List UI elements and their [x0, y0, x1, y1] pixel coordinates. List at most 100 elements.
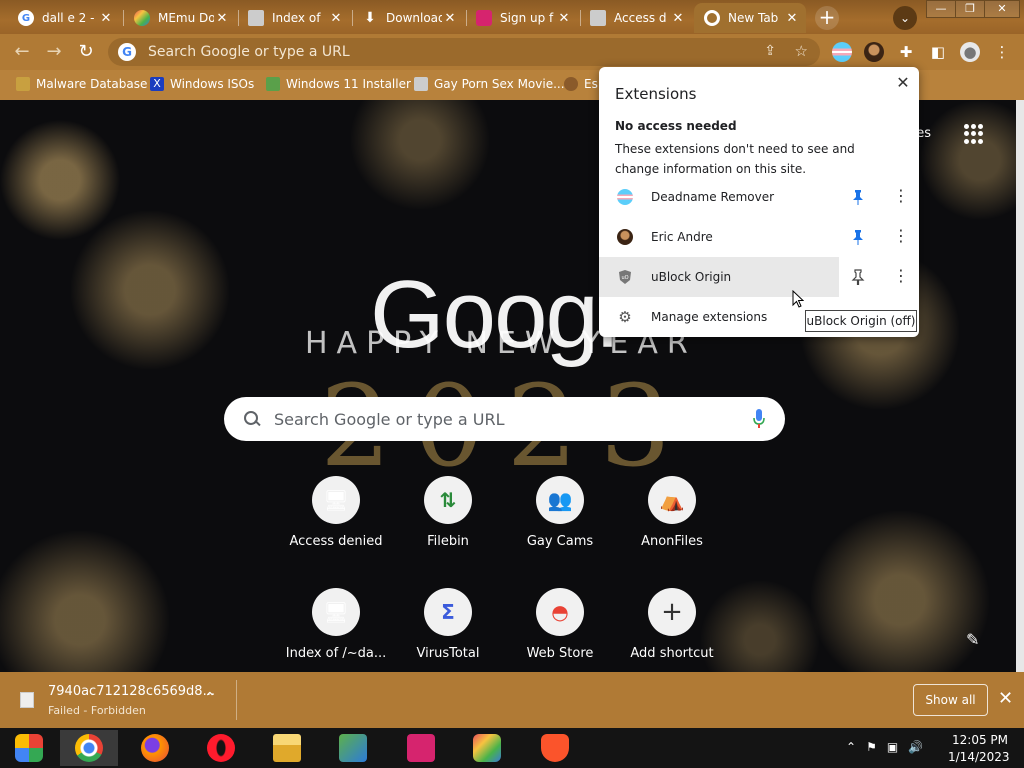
- close-window-button[interactable]: ✕: [984, 0, 1020, 18]
- shortcut-label: Gay Cams: [526, 534, 594, 549]
- close-tab-icon[interactable]: ✕: [328, 11, 344, 26]
- tab-access-denied[interactable]: Access d ✕: [580, 3, 692, 33]
- pin-icon[interactable]: [851, 229, 865, 245]
- brand-icon: [407, 734, 435, 762]
- close-tab-icon[interactable]: ✕: [556, 11, 572, 26]
- shortcut-web-store[interactable]: ◓ Web Store: [504, 588, 616, 661]
- unpinned-pin-icon[interactable]: [851, 269, 865, 285]
- tab-download[interactable]: ⬇ Download ✕: [352, 3, 464, 33]
- flag-icon[interactable]: ⚑: [866, 740, 877, 754]
- new-tab-button[interactable]: +: [815, 6, 839, 30]
- taskbar-opera[interactable]: [192, 730, 250, 766]
- eric-andre-icon: [617, 229, 633, 245]
- bookmark-malware-database[interactable]: Malware Database: [16, 77, 147, 91]
- puzzle-extensions-icon[interactable]: ✚: [896, 42, 916, 62]
- taskbar-brave[interactable]: [526, 730, 584, 766]
- kebab-menu-icon[interactable]: ⋮: [893, 187, 909, 207]
- shortcut-index-of[interactable]: 🖥 Index of /~da...: [280, 588, 392, 661]
- profile-avatar-icon[interactable]: ●: [960, 42, 980, 62]
- chevron-up-icon[interactable]: ⌃: [846, 740, 856, 754]
- google-apps-icon[interactable]: [964, 124, 984, 144]
- customize-pencil-icon[interactable]: ✎: [966, 630, 979, 649]
- taskbar-memu[interactable]: [458, 730, 516, 766]
- tab-sign-up[interactable]: Sign up f ✕: [466, 3, 578, 33]
- tab-dalle[interactable]: G dall e 2 - ✕: [8, 3, 120, 33]
- kebab-menu-icon[interactable]: ⋮: [893, 227, 909, 247]
- bookmark-windows-11-installer[interactable]: Windows 11 Installer: [266, 77, 411, 91]
- computer-icon: [590, 10, 606, 26]
- reload-button[interactable]: ↻: [72, 38, 100, 66]
- side-panel-icon[interactable]: ◧: [928, 42, 948, 62]
- download-filename[interactable]: 7940ac712128c6569d8...: [48, 684, 215, 699]
- tab-new-tab[interactable]: New Tab ✕: [694, 3, 806, 33]
- close-tab-icon[interactable]: ✕: [442, 11, 458, 26]
- taskbar-network[interactable]: [324, 730, 382, 766]
- restore-button[interactable]: ❐: [955, 0, 985, 18]
- tab-label: Access d: [614, 11, 667, 25]
- close-download-bar-icon[interactable]: ✕: [998, 688, 1013, 709]
- volume-icon[interactable]: 🔊: [908, 740, 923, 754]
- close-tab-icon[interactable]: ✕: [784, 11, 800, 26]
- microphone-icon[interactable]: [753, 409, 765, 429]
- minimize-button[interactable]: —: [926, 0, 956, 18]
- forward-button[interactable]: →: [40, 38, 68, 66]
- shortcut-anonfiles[interactable]: ⛺ AnonFiles: [616, 476, 728, 549]
- extension-tooltip: uBlock Origin (off): [805, 310, 917, 332]
- pin-icon[interactable]: [851, 189, 865, 205]
- taskbar-file-explorer[interactable]: [258, 730, 316, 766]
- avatar-icon: [564, 77, 578, 91]
- chevron-up-icon[interactable]: ⌃: [204, 690, 216, 706]
- clock-date[interactable]: 1/14/2023: [948, 750, 1010, 764]
- kebab-menu-icon[interactable]: ⋮: [992, 42, 1012, 62]
- tab-label: Index of: [272, 11, 321, 25]
- back-button[interactable]: ←: [8, 38, 36, 66]
- bookmark-windows-isos[interactable]: X Windows ISOs: [150, 77, 254, 91]
- network-tray-icon[interactable]: ▣: [887, 740, 898, 754]
- shortcut-add[interactable]: + Add shortcut: [616, 588, 728, 661]
- shortcut-virustotal[interactable]: Σ VirusTotal: [392, 588, 504, 661]
- computer-icon: [248, 10, 264, 26]
- tab-index-of[interactable]: Index of ✕: [238, 3, 350, 33]
- taskbar-brand-app[interactable]: [392, 730, 450, 766]
- shortcut-access-denied[interactable]: 🖥 Access denied: [280, 476, 392, 549]
- image-icon: [266, 77, 280, 91]
- deadname-remover-icon: [617, 189, 633, 205]
- extension-name: Eric Andre: [651, 230, 713, 244]
- extension-row-eric-andre[interactable]: Eric Andre ⋮: [599, 217, 919, 257]
- close-popup-button[interactable]: ✕: [893, 73, 913, 93]
- shortcut-filebin[interactable]: ⇅ Filebin: [392, 476, 504, 549]
- deadname-remover-icon[interactable]: [832, 42, 852, 62]
- extension-name: Deadname Remover: [651, 190, 775, 204]
- extension-row-deadname-remover[interactable]: Deadname Remover ⋮: [599, 177, 919, 217]
- kebab-menu-icon[interactable]: ⋮: [893, 267, 909, 287]
- shortcut-label: AnonFiles: [641, 534, 703, 549]
- shortcut-label: Add shortcut: [630, 646, 714, 661]
- shortcut-label: Index of /~da...: [285, 646, 387, 661]
- taskbar-start[interactable]: [0, 730, 58, 766]
- opera-icon: [207, 734, 235, 762]
- close-tab-icon[interactable]: ✕: [214, 11, 230, 26]
- bookmark-es[interactable]: Es: [564, 77, 598, 91]
- close-tab-icon[interactable]: ✕: [98, 11, 114, 26]
- eric-andre-icon[interactable]: [864, 42, 884, 62]
- show-all-button[interactable]: Show all: [913, 684, 988, 716]
- taskbar-chrome[interactable]: [60, 730, 118, 766]
- divider: [236, 680, 237, 720]
- bookmark-label: Windows 11 Installer: [286, 77, 411, 91]
- clock-time[interactable]: 12:05 PM: [952, 733, 1008, 747]
- tab-memu[interactable]: MEmu Do ✕: [124, 3, 236, 33]
- folder-icon: [273, 734, 301, 762]
- chrome-icon: [704, 10, 720, 26]
- tab-search-button[interactable]: ⌄: [893, 6, 917, 30]
- shortcut-gay-cams[interactable]: 👥 Gay Cams: [504, 476, 616, 549]
- share-icon[interactable]: ⇪: [764, 43, 776, 59]
- section-heading: No access needed: [615, 119, 737, 133]
- bookmark-gay-porn-sex-movie[interactable]: Gay Porn Sex Movie...: [414, 77, 565, 91]
- shortcut-label: VirusTotal: [416, 646, 480, 661]
- page-scrollbar[interactable]: [1016, 100, 1024, 672]
- close-tab-icon[interactable]: ✕: [670, 11, 686, 26]
- taskbar-firefox[interactable]: [126, 730, 184, 766]
- address-bar[interactable]: G Search Google or type a URL ⇪ ☆: [108, 38, 820, 66]
- bookmark-star-icon[interactable]: ☆: [795, 42, 808, 60]
- ntp-search-box[interactable]: Search Google or type a URL: [224, 397, 785, 441]
